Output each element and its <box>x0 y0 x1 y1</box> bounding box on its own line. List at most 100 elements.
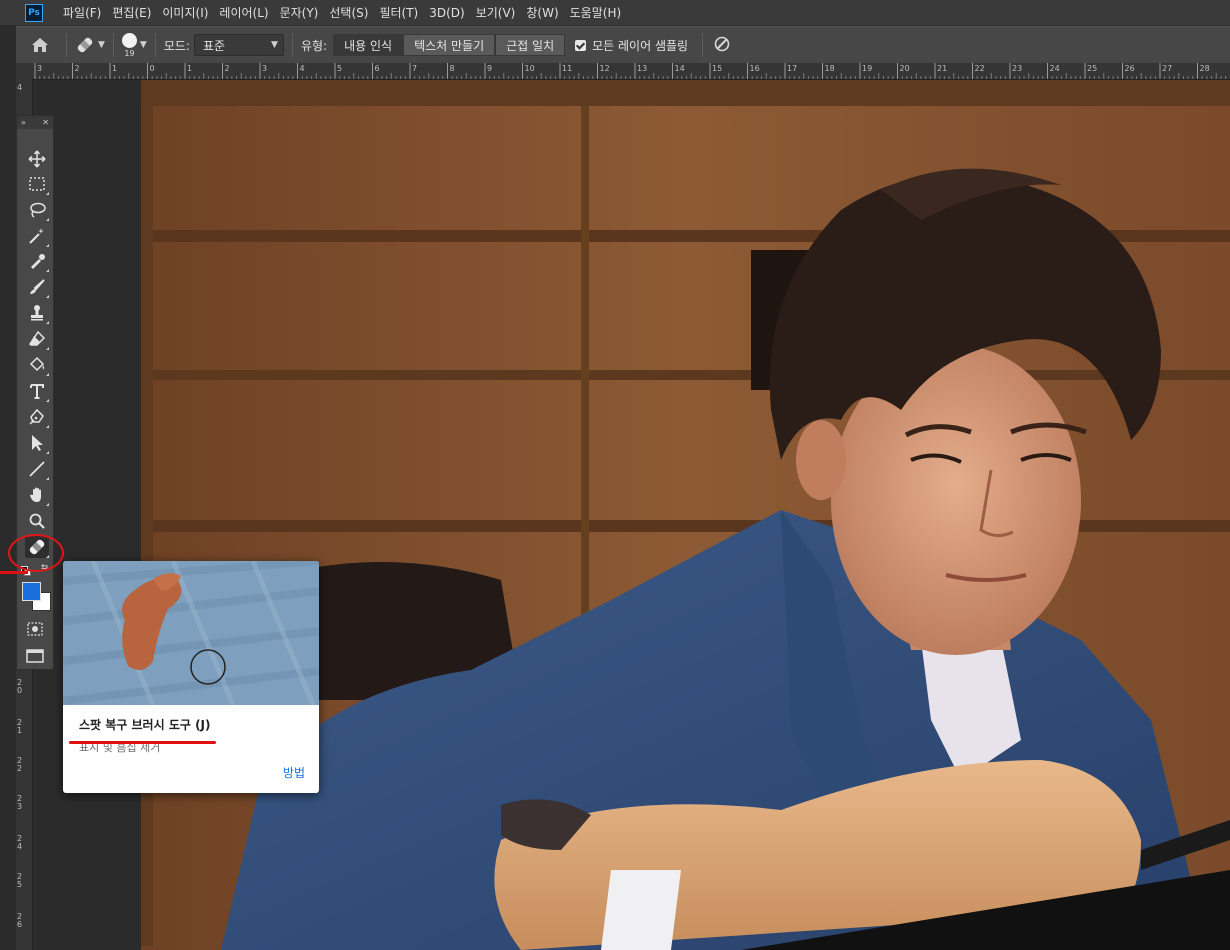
brush-tool[interactable] <box>25 276 49 298</box>
line-tool[interactable] <box>25 458 49 480</box>
menu-layer[interactable]: 레이어(L) <box>219 4 268 21</box>
pressure-size-button[interactable] <box>713 35 731 56</box>
menu-view[interactable]: 보기(V) <box>476 4 516 21</box>
ruler-tick-label: 19 <box>862 64 873 73</box>
ruler-tick-label: 28 <box>1199 64 1210 73</box>
quick-mask-icon <box>27 622 43 636</box>
move-tool[interactable] <box>25 148 49 170</box>
eyedropper-tool[interactable] <box>25 250 49 272</box>
separator <box>291 33 293 57</box>
expand-panel-icon[interactable]: » <box>21 118 26 127</box>
menu-edit[interactable]: 편집(E) <box>112 4 151 21</box>
create-texture-button[interactable]: 텍스처 만들기 <box>403 34 496 56</box>
ruler-tick-label: 2 3 <box>17 794 23 811</box>
ruler-tick-label: 2 <box>74 64 80 73</box>
menu-file[interactable]: 파일(F) <box>63 4 101 21</box>
content-aware-button[interactable]: 내용 인식 <box>333 34 404 56</box>
menu-help[interactable]: 도움말(H) <box>570 4 622 21</box>
ruler-tick-label: 6 <box>374 64 380 73</box>
sample-all-layers-checkbox[interactable] <box>575 39 587 51</box>
mode-label: 모드: <box>163 38 190 53</box>
options-bar: ▼ 19 ▼ 모드: 표준 ▼ 유형: 내용 인식 텍스처 만들기 근접 일치 … <box>16 26 1230 64</box>
ruler-corner <box>16 63 33 80</box>
clone-stamp-tool[interactable] <box>25 302 49 324</box>
brush-size-picker[interactable]: 19 ▼ <box>121 32 147 58</box>
ruler-tick-label: 20 <box>899 64 910 73</box>
menu-filter[interactable]: 필터(T) <box>379 4 418 21</box>
menu-select[interactable]: 선택(S) <box>329 4 368 21</box>
close-panel-icon[interactable]: ✕ <box>42 118 49 127</box>
mode-select[interactable]: 표준 ▼ <box>193 34 284 56</box>
ruler-tick-label: 9 <box>487 64 493 73</box>
menu-image[interactable]: 이미지(I) <box>162 4 208 21</box>
type-tool[interactable] <box>25 380 49 402</box>
menu-window[interactable]: 창(W) <box>526 4 558 21</box>
ruler-tick-label: 24 <box>1049 64 1060 73</box>
ruler-tick-label: 4 <box>17 83 23 92</box>
ruler-tick-label: 17 <box>787 64 798 73</box>
proximity-match-button[interactable]: 근접 일치 <box>495 34 566 56</box>
hand-tool[interactable] <box>25 484 49 506</box>
learn-how-link[interactable]: 방법 <box>283 764 305 781</box>
paint-bucket-tool[interactable] <box>25 354 49 376</box>
annotation-circle <box>8 534 64 572</box>
screen-mode-icon <box>26 649 44 663</box>
menu-3d[interactable]: 3D(D) <box>429 6 464 20</box>
lasso-tool[interactable] <box>25 199 49 221</box>
chevron-down-icon: ▼ <box>139 40 147 50</box>
type-label: 유형: <box>300 38 328 53</box>
ruler-tick-label: 10 <box>524 64 535 73</box>
tool-tooltip: 스팟 복구 브러시 도구 (J) 표시 및 흠집 제거 방법 <box>63 561 319 793</box>
tool-group-indicator <box>46 373 49 376</box>
brush-icon <box>30 279 45 294</box>
tools-panel: » ✕ ⇆ <box>16 115 54 670</box>
tooltip-preview-image <box>63 561 319 705</box>
separator <box>702 33 704 57</box>
horizontal-ruler[interactable]: 3 2 1 0 1 2 3 4 5 6 7 8 9 10 11 12 13 14 15 16 17 18 19 20 21 22 2… <box>32 63 1230 80</box>
marquee-tool[interactable] <box>25 173 49 195</box>
pen-icon <box>29 408 44 425</box>
path-selection-tool[interactable] <box>25 432 49 454</box>
ruler-tick-label: 27 <box>1162 64 1173 73</box>
zoom-tool[interactable] <box>25 510 49 532</box>
ruler-tick-label: 7 <box>412 64 418 73</box>
screen-mode-button[interactable] <box>26 648 44 663</box>
annotation-line <box>0 571 28 574</box>
menu-type[interactable]: 문자(Y) <box>280 4 319 21</box>
ruler-tick-label: 2 1 <box>17 718 23 735</box>
pen-tool[interactable] <box>25 406 49 428</box>
photo-image <box>141 80 1230 950</box>
home-button[interactable] <box>22 37 58 53</box>
tool-group-indicator <box>46 399 49 402</box>
tool-group-indicator <box>46 451 49 454</box>
chevron-down-icon: ▼ <box>98 40 105 50</box>
tool-group-indicator <box>46 269 49 272</box>
ruler-tick-label: 2 2 <box>17 756 23 773</box>
ruler-tick-label: 3 <box>262 64 268 73</box>
stamp-icon <box>31 305 43 321</box>
tool-preset-picker[interactable]: ▼ <box>75 35 105 55</box>
tool-group-indicator <box>46 347 49 350</box>
separator <box>154 33 156 57</box>
lasso-icon <box>30 202 46 218</box>
tools-panel-header[interactable]: » ✕ <box>17 116 53 129</box>
ruler-tick-label: 2 <box>224 64 230 73</box>
foreground-color-swatch[interactable] <box>22 582 41 601</box>
quick-mask-button[interactable] <box>27 621 43 636</box>
ruler-tick-label: 26 <box>1124 64 1135 73</box>
paint-bucket-icon <box>29 356 45 372</box>
move-icon <box>28 150 46 168</box>
ruler-tick-label: 2 4 <box>17 834 23 851</box>
home-icon <box>32 38 48 52</box>
separator <box>66 33 67 57</box>
document-canvas[interactable] <box>141 80 1230 950</box>
eyedropper-icon <box>31 254 45 269</box>
ruler-tick-label: 22 <box>974 64 985 73</box>
ruler-tick-label: 15 <box>712 64 723 73</box>
eraser-tool[interactable] <box>25 328 49 350</box>
chevron-down-icon: ▼ <box>271 40 278 50</box>
marquee-icon <box>29 177 45 191</box>
magic-wand-tool[interactable] <box>25 225 49 247</box>
sample-all-layers-label: 모든 레이어 샘플링 <box>592 38 689 53</box>
ruler-tick-label: 16 <box>749 64 760 73</box>
